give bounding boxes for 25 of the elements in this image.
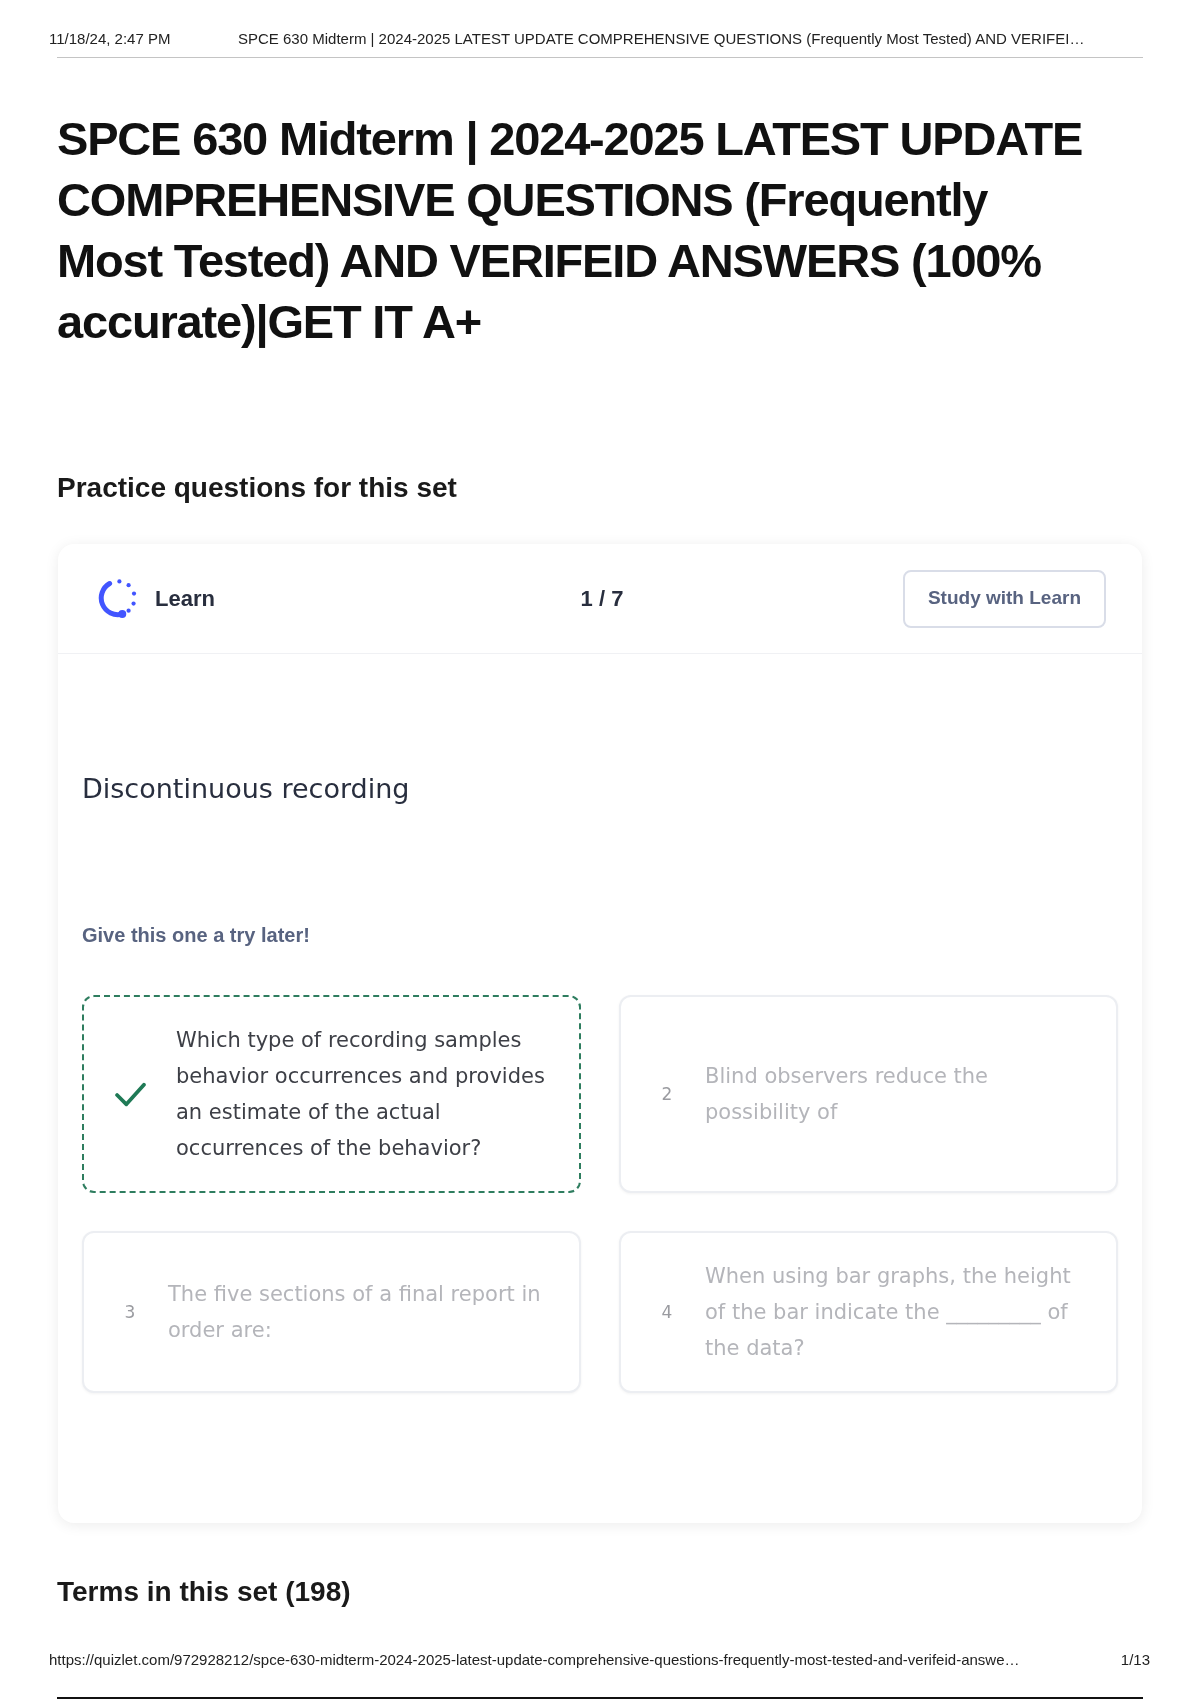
option-number: 3 <box>124 1302 136 1322</box>
page-url: https://quizlet.com/972928212/spce-630-midterm-2024-2025-latest-update-comprehensive-questions-frequently-most-tested-and-verifeid-answe… <box>49 1651 1020 1669</box>
learn-label: Learn <box>155 585 215 612</box>
page-number: 1/13 <box>1120 1651 1150 1669</box>
option-text: Blind observers reduce the possibility of <box>705 1063 989 1126</box>
answer-card[interactable]: 4 When using bar graphs, the height of the bar indicate the _________ of the data? <box>619 1231 1118 1393</box>
progress-counter: 1 / 7 <box>580 585 624 612</box>
check-icon <box>114 1081 146 1107</box>
section-heading: Practice questions for this set <box>57 471 457 505</box>
page-title: SPCE 630 Midterm | 2024-2025 LATEST UPDATE COMPREHENSIVE QUESTIONS (Frequently Most Tested) AND VERIFEID ANSWERS (100% accurate)|GET IT A+ <box>57 111 1084 350</box>
answer-card[interactable]: Which type of recording samples behavior occurrences and provides an estimate of the actual occurrences of the behavior? <box>82 995 581 1193</box>
option-number: 4 <box>661 1302 673 1322</box>
option-text: Which type of recording samples behavior occurrences and provides an estimate of the actual occurrences of the behavior? <box>176 1027 546 1162</box>
hint-text: Give this one a try later! <box>82 923 310 947</box>
print-title: SPCE 630 Midterm | 2024-2025 LATEST UPDATE COMPREHENSIVE QUESTIONS (Frequently Most Tested) AND VERIFEI… <box>238 30 1085 48</box>
answer-card[interactable]: 2 Blind observers reduce the possibility of <box>619 995 1118 1193</box>
section-heading: Terms in this set (198) <box>57 1575 351 1609</box>
study-button[interactable]: Study with Learn <box>902 569 1106 628</box>
print-date: 11/18/24, 2:47 PM <box>49 30 172 48</box>
option-text: When using bar graphs, the height of the bar indicate the _________ of the data? <box>705 1263 1072 1362</box>
option-number: 2 <box>661 1084 673 1104</box>
dotted-ring-icon <box>98 578 139 619</box>
term-text: Discontinuous recording <box>82 772 410 806</box>
option-text: The five sections of a final report in order are: <box>168 1281 542 1344</box>
answer-card[interactable]: 3 The five sections of a final report in order are: <box>82 1231 581 1393</box>
